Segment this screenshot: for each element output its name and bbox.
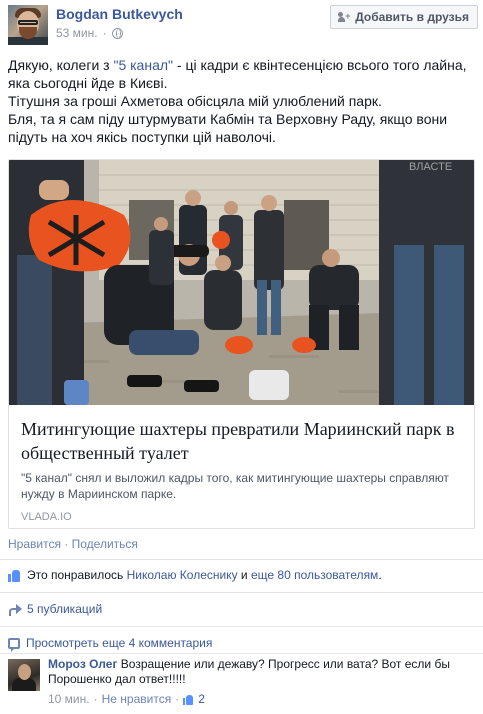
card-description: "5 канал" снял и выложил кадры того, как…: [21, 471, 449, 501]
divider: [0, 592, 483, 593]
post-text: Дякую, колеги з "5 канал" - ці кадри є к…: [8, 56, 478, 146]
comment-bubble-icon: [8, 637, 20, 652]
post-actions: Нравится · Поделиться: [8, 537, 138, 551]
card-image[interactable]: ВЛАСТЕ: [9, 160, 474, 405]
view-more-comments-label[interactable]: Просмотреть еще 4 комментария: [26, 636, 212, 650]
divider: [0, 626, 483, 627]
comment-like-thumb-icon: [183, 694, 194, 705]
comment-text: Мороз Олег Возращение или дежаву? Прогре…: [48, 657, 478, 687]
author-avatar[interactable]: [8, 5, 48, 45]
card-title[interactable]: Митингующие шахтеры превратили Мариински…: [21, 417, 462, 465]
author-name[interactable]: Bogdan Butkevych: [56, 6, 183, 22]
likes-middle: и: [237, 568, 251, 582]
likes-user-link[interactable]: Николаю Колеснику: [127, 568, 238, 582]
add-friend-icon: +: [338, 12, 350, 22]
add-friend-button[interactable]: + Добавить в друзья: [330, 5, 478, 29]
comment-like-count[interactable]: 2: [198, 692, 205, 706]
comment-time[interactable]: 10 мин.: [48, 692, 90, 706]
thumbs-up-icon: [8, 569, 21, 582]
card-body[interactable]: Митингующие шахтеры превратили Мариински…: [9, 405, 474, 528]
comment-author[interactable]: Мороз Олег: [48, 657, 117, 671]
commenter-avatar-face: [18, 664, 31, 680]
comment-unlike-link[interactable]: Не нравится: [102, 692, 172, 706]
post-text-channel-link[interactable]: "5 канал": [113, 57, 173, 73]
comment-meta: 10 мин. · Не нравится · 2: [48, 692, 205, 706]
share-arrow-icon: [8, 603, 22, 616]
add-friend-label: Добавить в друзья: [355, 10, 469, 24]
divider: [0, 653, 483, 654]
like-link[interactable]: Нравится: [8, 537, 61, 551]
post-text-line-3: Бля, та я сам піду штурмувати Кабмін та …: [8, 111, 448, 145]
post-header: Bogdan Butkevych 53 мин. · + Добавить в …: [8, 5, 478, 45]
actions-separator: ·: [64, 537, 69, 551]
post-text-line-1-prefix: Дякую, колеги з: [8, 57, 114, 73]
meta-separator: ·: [102, 26, 107, 40]
post-time[interactable]: 53 мин.: [56, 26, 98, 40]
shares-summary[interactable]: 5 публикаций: [8, 602, 102, 616]
commenter-avatar[interactable]: [8, 659, 40, 691]
likes-text: Это понравилось Николаю Колеснику и еще …: [27, 568, 382, 582]
post-text-line-1: Дякую, колеги з "5 канал" - ці кадри є к…: [8, 56, 478, 92]
globe-icon[interactable]: [111, 27, 123, 39]
likes-summary: Это понравилось Николаю Колеснику и еще …: [8, 568, 478, 582]
likes-suffix: .: [378, 568, 382, 582]
share-link[interactable]: Поделиться: [72, 537, 138, 551]
view-more-comments[interactable]: Просмотреть еще 4 комментария: [8, 636, 212, 652]
photo-watermark: ВЛАСТЕ: [409, 161, 452, 173]
comment-meta-separator: ·: [175, 692, 180, 706]
divider: [0, 559, 483, 560]
comment-meta-separator: ·: [93, 692, 98, 706]
likes-others-link[interactable]: еще 80 пользователям: [251, 568, 378, 582]
likes-prefix: Это понравилось: [27, 568, 127, 582]
miners-photo-illustration: ВЛАСТЕ: [9, 160, 474, 405]
avatar-glasses: [18, 20, 38, 25]
post-text-line-2: Тітушня за гроші Ахметова обісцяла мій у…: [8, 93, 382, 109]
card-domain: VLADA.IO: [21, 511, 72, 523]
post-meta: 53 мин. ·: [56, 26, 123, 40]
comment-item: Мороз Олег Возращение или дежаву? Прогре…: [8, 657, 478, 709]
shares-label[interactable]: 5 публикаций: [27, 602, 102, 616]
link-preview-card[interactable]: ВЛАСТЕ Митингующие шахтеры превратили Ма…: [8, 159, 475, 529]
